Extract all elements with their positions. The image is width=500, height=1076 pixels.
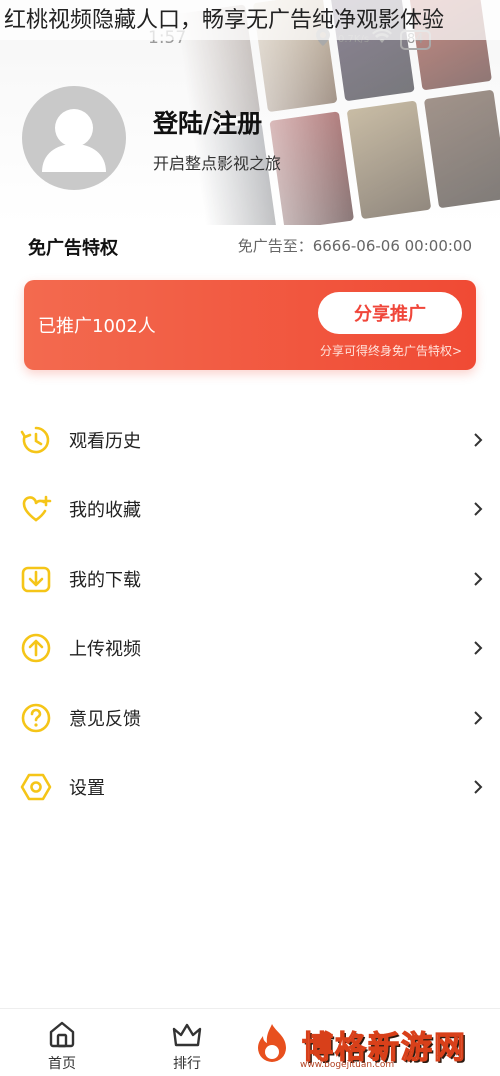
home-icon	[27, 1019, 97, 1049]
download-icon	[20, 563, 52, 595]
watermark-flame-logo-icon	[258, 1024, 286, 1062]
chevron-right-icon	[474, 433, 483, 447]
avatar[interactable]	[22, 86, 126, 190]
menu-label-history: 观看历史	[69, 430, 141, 452]
share-promote-button[interactable]: 分享推广	[318, 292, 462, 334]
menu-item-history[interactable]: 观看历史	[0, 405, 500, 475]
menu-item-favorites[interactable]: 我的收藏	[0, 475, 500, 545]
menu-item-downloads[interactable]: 我的下载	[0, 544, 500, 614]
chevron-right-icon	[474, 780, 483, 794]
chevron-right-icon	[474, 711, 483, 725]
menu-label-settings: 设置	[69, 778, 105, 800]
login-subtitle: 开启整点影视之旅	[153, 154, 282, 173]
chevron-right-icon	[474, 572, 483, 586]
promotion-count: 已推广1002人	[38, 316, 156, 337]
tab-ranking[interactable]: 排行	[152, 1019, 222, 1073]
menu-label-downloads: 我的下载	[69, 569, 141, 591]
ad-free-privilege-label: 免广告特权	[28, 238, 118, 259]
menu-label-upload: 上传视频	[69, 639, 141, 661]
settings-hexagon-icon	[20, 771, 52, 803]
tab-home-label: 首页	[48, 1056, 76, 1072]
menu-item-settings[interactable]: 设置	[0, 753, 500, 823]
settings-menu: 观看历史 我的收藏 我的下载 上传视频 意见反馈 设置	[0, 405, 500, 822]
favorite-heart-icon	[20, 493, 52, 525]
upload-icon	[20, 632, 52, 664]
ad-free-expiry: 免广告至：6666-06-06 00:00:00	[237, 237, 472, 255]
feedback-question-icon	[20, 702, 52, 734]
login-register-link[interactable]: 登陆/注册	[153, 104, 262, 140]
menu-label-favorites: 我的收藏	[69, 500, 141, 522]
history-icon	[20, 424, 52, 456]
menu-label-feedback: 意见反馈	[69, 708, 141, 730]
crown-icon	[152, 1019, 222, 1049]
tab-home[interactable]: 首页	[27, 1019, 97, 1073]
overlay-title: 红桃视频隐藏人口，畅享无广告纯净观影体验	[0, 0, 500, 40]
tab-ranking-label: 排行	[173, 1056, 201, 1072]
menu-item-feedback[interactable]: 意见反馈	[0, 683, 500, 753]
share-hint-link[interactable]: 分享可得终身免广告特权>	[320, 342, 462, 359]
menu-item-upload[interactable]: 上传视频	[0, 614, 500, 684]
watermark-url: www.bogejituan.com	[300, 1060, 395, 1070]
chevron-right-icon	[474, 641, 483, 655]
share-promotion-card: 已推广1002人 分享推广 分享可得终身免广告特权>	[24, 280, 476, 370]
avatar-placeholder-icon	[42, 109, 106, 172]
chevron-right-icon	[474, 502, 483, 516]
